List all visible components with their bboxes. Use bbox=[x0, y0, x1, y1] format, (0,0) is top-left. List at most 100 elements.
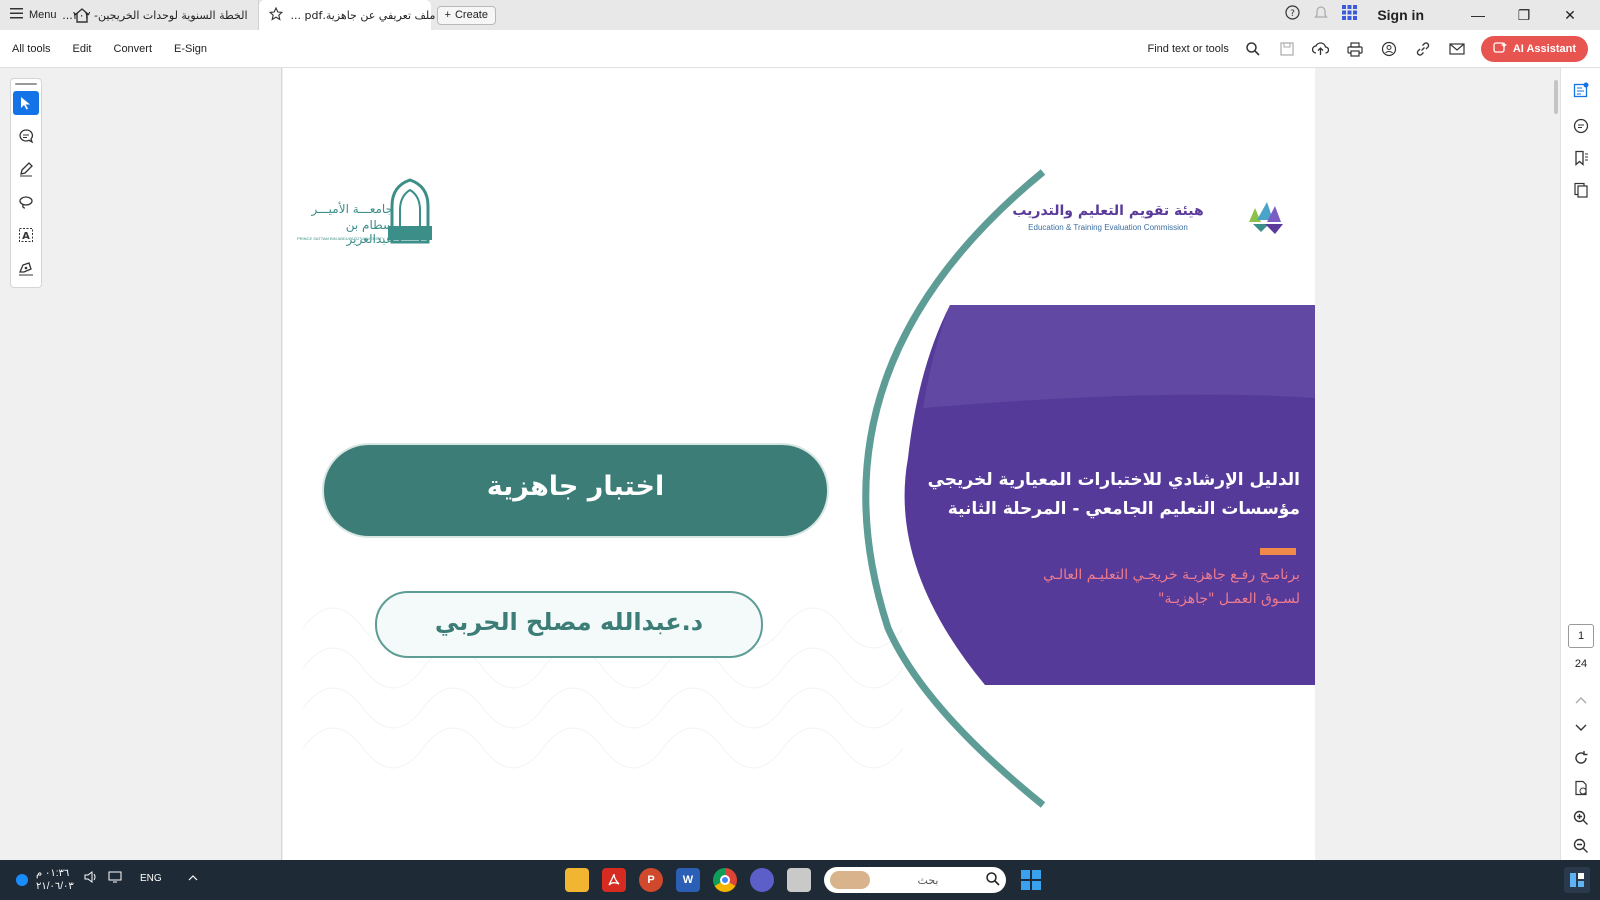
link-icon[interactable] bbox=[1413, 39, 1433, 59]
clock-time: ٠١:٣٦ م bbox=[36, 868, 70, 879]
titlebar-right: ? Sign in — ❐ ✕ bbox=[1285, 0, 1600, 30]
pages-thumbnails-icon[interactable] bbox=[1571, 180, 1591, 200]
etec-name-arabic: هيئة تقويم التعليم والتدريب bbox=[1012, 203, 1204, 219]
weather-badge-icon[interactable] bbox=[16, 874, 28, 886]
menu-edit[interactable]: Edit bbox=[73, 43, 92, 55]
ai-assistant-button[interactable]: AI Assistant bbox=[1480, 36, 1588, 62]
total-pages: 24 bbox=[1574, 658, 1588, 670]
author-name: د.عبدالله مصلح الحربي bbox=[434, 608, 704, 636]
etec-name-english: Education & Training Evaluation Commissi… bbox=[1028, 223, 1188, 232]
subtitle-line2: لسـوق العمـل "جاهزيـة" bbox=[1158, 591, 1300, 607]
text-tool-button[interactable]: A bbox=[13, 223, 39, 247]
text-box-icon: A bbox=[19, 228, 33, 242]
taskbar-search-box[interactable]: بحث bbox=[824, 867, 1006, 893]
main-title-line1: الدليل الإرشادي للاختبارات المعيارية لخر… bbox=[927, 470, 1300, 490]
search-highlight-image bbox=[830, 871, 870, 889]
comment-icon bbox=[19, 129, 34, 144]
chrome-icon[interactable] bbox=[713, 868, 737, 892]
hamburger-icon bbox=[10, 8, 23, 22]
menu-convert[interactable]: Convert bbox=[114, 43, 153, 55]
page-extract-icon[interactable] bbox=[1571, 778, 1591, 798]
help-icon[interactable]: ? bbox=[1285, 5, 1300, 25]
widgets-icon[interactable] bbox=[1564, 867, 1590, 893]
comments-panel-icon[interactable] bbox=[1571, 116, 1591, 136]
exam-title: اختبار جاهزية bbox=[486, 471, 665, 502]
menu-all-tools[interactable]: All tools bbox=[12, 43, 51, 55]
signature-icon bbox=[19, 262, 33, 276]
system-tray: ENG bbox=[84, 871, 198, 886]
tab-plan-doc[interactable]: الخطة السنوية لوحدات الخريجين- ٢٠٢... bbox=[62, 0, 259, 30]
create-button[interactable]: + Create bbox=[436, 5, 496, 25]
svg-text:A: A bbox=[22, 231, 30, 242]
rail-drag-handle[interactable] bbox=[15, 83, 37, 85]
search-icon[interactable] bbox=[1243, 39, 1263, 59]
close-window-icon[interactable]: ✕ bbox=[1554, 7, 1586, 24]
email-icon[interactable] bbox=[1447, 39, 1467, 59]
taskbar-search-icon bbox=[986, 871, 1000, 889]
left-panel: A bbox=[0, 68, 282, 860]
menu-button[interactable]: Menu bbox=[0, 0, 67, 30]
zoom-in-icon[interactable] bbox=[1571, 808, 1591, 828]
quick-tools-rail: A bbox=[10, 78, 42, 288]
sign-tool-button[interactable] bbox=[13, 256, 39, 280]
pdf-page: هيئة تقويم التعليم والتدريب Education & … bbox=[283, 68, 1315, 860]
powerpoint-icon[interactable]: P bbox=[639, 868, 663, 892]
taskbar-apps: P W بحث bbox=[565, 860, 1043, 900]
highlight-tool-button[interactable] bbox=[13, 157, 39, 181]
right-rail: 1 24 bbox=[1560, 68, 1600, 860]
clock-date: ٢١/٠٦/٠٣ bbox=[36, 881, 74, 892]
cursor-icon bbox=[21, 97, 30, 110]
star-icon[interactable] bbox=[268, 6, 283, 24]
save-icon[interactable] bbox=[1277, 39, 1297, 59]
acrobat-icon[interactable] bbox=[602, 868, 626, 892]
vertical-scrollbar[interactable] bbox=[1554, 80, 1558, 114]
subtitle-line1: برنامـج رفـع جاهزيـة خريجـي التعليـم الع… bbox=[1043, 567, 1300, 583]
university-name-line1: جامعـــة الأميـــر bbox=[311, 202, 393, 216]
bell-icon[interactable] bbox=[1314, 5, 1329, 25]
lasso-icon bbox=[19, 196, 33, 209]
file-explorer-icon[interactable] bbox=[565, 868, 589, 892]
tab-active-pdf[interactable]: ملف تعريفي عن جاهزية.pdf ... bbox=[258, 0, 452, 30]
share-user-icon[interactable] bbox=[1379, 39, 1399, 59]
system-clock[interactable]: ٠١:٣٦ م ٢١/٠٦/٠٣ bbox=[36, 867, 74, 893]
chevron-up-tray-icon[interactable] bbox=[188, 873, 198, 884]
sign-in-button[interactable]: Sign in bbox=[1377, 7, 1424, 23]
select-tool-button[interactable] bbox=[13, 91, 39, 115]
tab-label: الخطة السنوية لوحدات الخريجين- ٢٠٢... bbox=[62, 8, 248, 22]
chevron-down-icon[interactable] bbox=[1571, 718, 1591, 738]
word-icon[interactable]: W bbox=[676, 868, 700, 892]
zoom-out-icon[interactable] bbox=[1571, 836, 1591, 856]
rotate-icon[interactable] bbox=[1571, 748, 1591, 768]
chevron-up-icon[interactable] bbox=[1571, 690, 1591, 710]
right-gutter bbox=[1315, 68, 1560, 860]
pen-icon bbox=[20, 162, 33, 177]
draw-tool-button[interactable] bbox=[13, 190, 39, 214]
university-name-line2: سطام بن عبدالعزيز bbox=[345, 218, 393, 246]
apps-grid-icon[interactable] bbox=[1342, 5, 1358, 25]
current-page-input[interactable]: 1 bbox=[1568, 624, 1594, 648]
page-artwork bbox=[302, 169, 1315, 808]
restore-icon[interactable]: ❐ bbox=[1508, 7, 1540, 24]
network-icon[interactable] bbox=[108, 871, 122, 886]
ai-sparkle-icon bbox=[1493, 41, 1507, 58]
minimize-icon[interactable]: — bbox=[1462, 7, 1494, 23]
print-icon[interactable] bbox=[1345, 39, 1365, 59]
university-name-english: PRINCE SATTAM BIN ABDULAZIZ UNIVERSITY bbox=[297, 236, 385, 241]
create-label: Create bbox=[454, 9, 488, 21]
svg-text:?: ? bbox=[1290, 9, 1295, 19]
language-indicator[interactable]: ENG bbox=[140, 873, 162, 884]
volume-icon[interactable] bbox=[84, 871, 98, 886]
menu-esign[interactable]: E-Sign bbox=[174, 43, 207, 55]
menu-label: Menu bbox=[29, 9, 57, 21]
main-toolbar: All tools Edit Convert E-Sign Find text … bbox=[0, 30, 1600, 68]
plus-icon: + bbox=[444, 9, 451, 21]
bookmarks-icon[interactable] bbox=[1571, 148, 1591, 168]
properties-icon[interactable] bbox=[1571, 80, 1591, 100]
main-title-line2: مؤسسات التعليم الجامعي - المرحلة الثانية bbox=[947, 499, 1300, 519]
task-view-icon[interactable] bbox=[787, 868, 811, 892]
upload-cloud-icon[interactable] bbox=[1311, 39, 1331, 59]
windows-start-icon[interactable] bbox=[1019, 868, 1043, 892]
find-tools-input[interactable]: Find text or tools bbox=[1148, 43, 1229, 55]
teams-icon[interactable] bbox=[750, 868, 774, 892]
comment-tool-button[interactable] bbox=[13, 124, 39, 148]
